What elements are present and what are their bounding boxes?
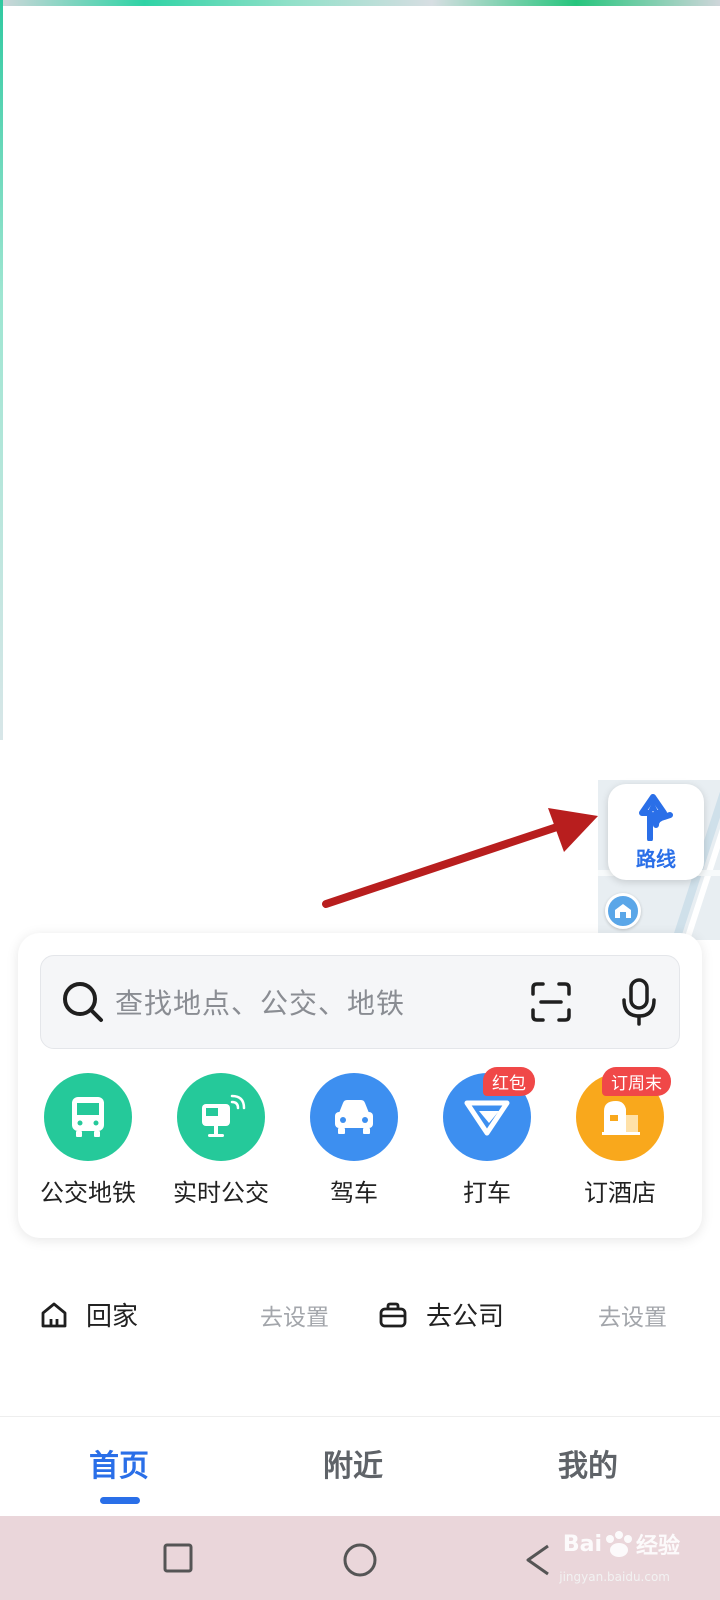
shortcut-realtime-bus[interactable]: 实时公交: [153, 1073, 289, 1208]
watermark-suffix: 经验: [635, 1534, 680, 1559]
quick-places-card: 回家 去设置 去公司 去设置: [18, 1256, 702, 1416]
route-button[interactable]: 路线: [608, 784, 704, 880]
home-label: 回家: [86, 1302, 139, 1332]
work-shortcut[interactable]: 去公司 去设置: [378, 1296, 688, 1333]
microphone-icon[interactable]: [619, 978, 659, 1026]
left-map-edge: [0, 0, 3, 740]
watermark-brand: Bai: [562, 1531, 602, 1557]
tab-mine[interactable]: 我的: [558, 1441, 618, 1485]
route-arrow-icon: [639, 793, 673, 841]
home-circle-icon[interactable]: [342, 1542, 378, 1578]
work-label: 去公司: [426, 1302, 505, 1332]
red-packet-badge: 红包: [483, 1067, 535, 1096]
search-panel: 查找地点、公交、地铁 公交地铁 实时公交 驾车 红包 打车 订周末 订酒店: [18, 933, 702, 1238]
paw-icon: [605, 1531, 632, 1557]
tab-nearby[interactable]: 附近: [323, 1441, 383, 1485]
scan-icon[interactable]: [529, 980, 573, 1024]
bus-icon: [44, 1073, 132, 1161]
shortcut-label: 打车: [463, 1179, 511, 1207]
briefcase-icon: [379, 1302, 407, 1327]
home-icon: [41, 1302, 67, 1327]
top-map-strip: [0, 0, 720, 6]
back-icon[interactable]: [522, 1542, 554, 1578]
search-placeholder: 查找地点、公交、地铁: [115, 987, 406, 1020]
tab-home[interactable]: 首页: [89, 1441, 149, 1485]
shortcut-hotel[interactable]: 订周末 订酒店: [552, 1067, 688, 1208]
shortcut-row: 公交地铁 实时公交 驾车 红包 打车 订周末 订酒店: [18, 1067, 702, 1223]
shortcut-taxi[interactable]: 红包 打车: [419, 1067, 555, 1208]
baidu-jingyan-watermark: Bai 经验: [563, 1528, 680, 1560]
search-input[interactable]: 查找地点、公交、地铁: [40, 955, 680, 1049]
building-icon: [615, 904, 631, 918]
shortcut-label: 驾车: [330, 1179, 378, 1207]
shortcut-label: 订酒店: [584, 1179, 656, 1207]
home-set-link[interactable]: 去设置: [260, 1298, 329, 1332]
shortcut-bus-subway[interactable]: 公交地铁: [20, 1073, 156, 1208]
watermark-url: jingyan.baidu.com: [559, 1570, 670, 1584]
poi-marker[interactable]: [605, 893, 641, 929]
realtime-bus-icon: [177, 1073, 265, 1161]
recent-apps-icon[interactable]: [162, 1542, 194, 1574]
shortcut-label: 公交地铁: [40, 1179, 136, 1207]
home-shortcut[interactable]: 回家 去设置: [40, 1296, 350, 1333]
active-tab-indicator: [100, 1497, 140, 1504]
route-button-label: 路线: [636, 846, 676, 871]
car-icon: [310, 1073, 398, 1161]
weekend-badge: 订周末: [602, 1067, 671, 1096]
search-icon: [63, 982, 103, 1022]
work-set-link[interactable]: 去设置: [598, 1298, 667, 1332]
shortcut-drive[interactable]: 驾车: [286, 1073, 422, 1208]
bottom-navigation: 首页 附近 我的: [0, 1416, 720, 1516]
shortcut-label: 实时公交: [173, 1179, 269, 1207]
